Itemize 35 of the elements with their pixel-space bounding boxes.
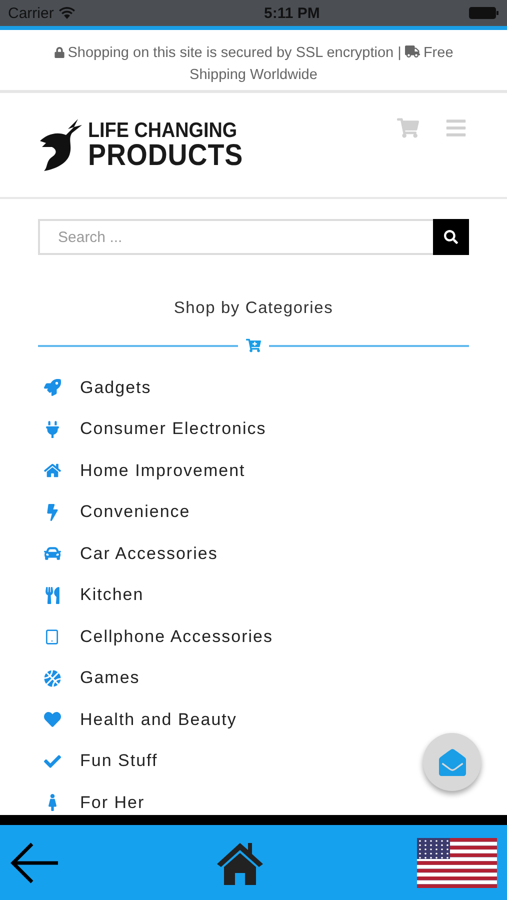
search-icon: [444, 230, 458, 244]
category-link[interactable]: Kitchen: [80, 585, 144, 606]
shipping-notice: Free: [423, 45, 454, 61]
logo-text: LIFE CHANGING: [88, 120, 238, 140]
search-field[interactable]: Search ...: [38, 219, 433, 255]
category-link[interactable]: Gadgets: [80, 378, 152, 398]
shipping-notice: Shipping Worldwide: [190, 66, 318, 85]
message-button[interactable]: [423, 733, 481, 791]
search-button[interactable]: [433, 219, 469, 255]
heart-icon: [42, 711, 62, 728]
house-icon: [42, 462, 62, 480]
category-link[interactable]: Games: [80, 668, 140, 688]
logo-text: PRODUCTS: [88, 140, 244, 170]
carrier-label: Carrier: [8, 4, 54, 22]
car-icon: [42, 545, 62, 562]
battery-icon: [469, 7, 499, 19]
rocket-icon: [42, 379, 62, 396]
flag-icon[interactable]: [417, 838, 497, 888]
truck-icon: [405, 44, 420, 59]
category-link[interactable]: For Her: [80, 792, 145, 813]
wifi-icon: [58, 7, 75, 19]
envelope-icon: [438, 748, 466, 776]
category-link[interactable]: Cellphone Accessories: [80, 626, 273, 647]
category-link[interactable]: Car Accessories: [80, 544, 218, 564]
category-link[interactable]: Home Improvement: [80, 460, 246, 481]
section-title: Shop by Categories: [172, 299, 334, 318]
clock-time: 5:11 PM: [264, 4, 320, 22]
check-icon: [42, 752, 62, 770]
cart-icon: [246, 338, 261, 353]
category-link[interactable]: Health and Beauty: [80, 710, 237, 730]
category-link[interactable]: Consumer Electronics: [80, 419, 266, 440]
lock-icon: [54, 47, 65, 58]
category-link[interactable]: Fun Stuff: [80, 751, 158, 772]
security-notice: Shopping on this site is secured by SSL encryption |: [68, 45, 402, 61]
category-link[interactable]: Convenience: [80, 502, 190, 522]
